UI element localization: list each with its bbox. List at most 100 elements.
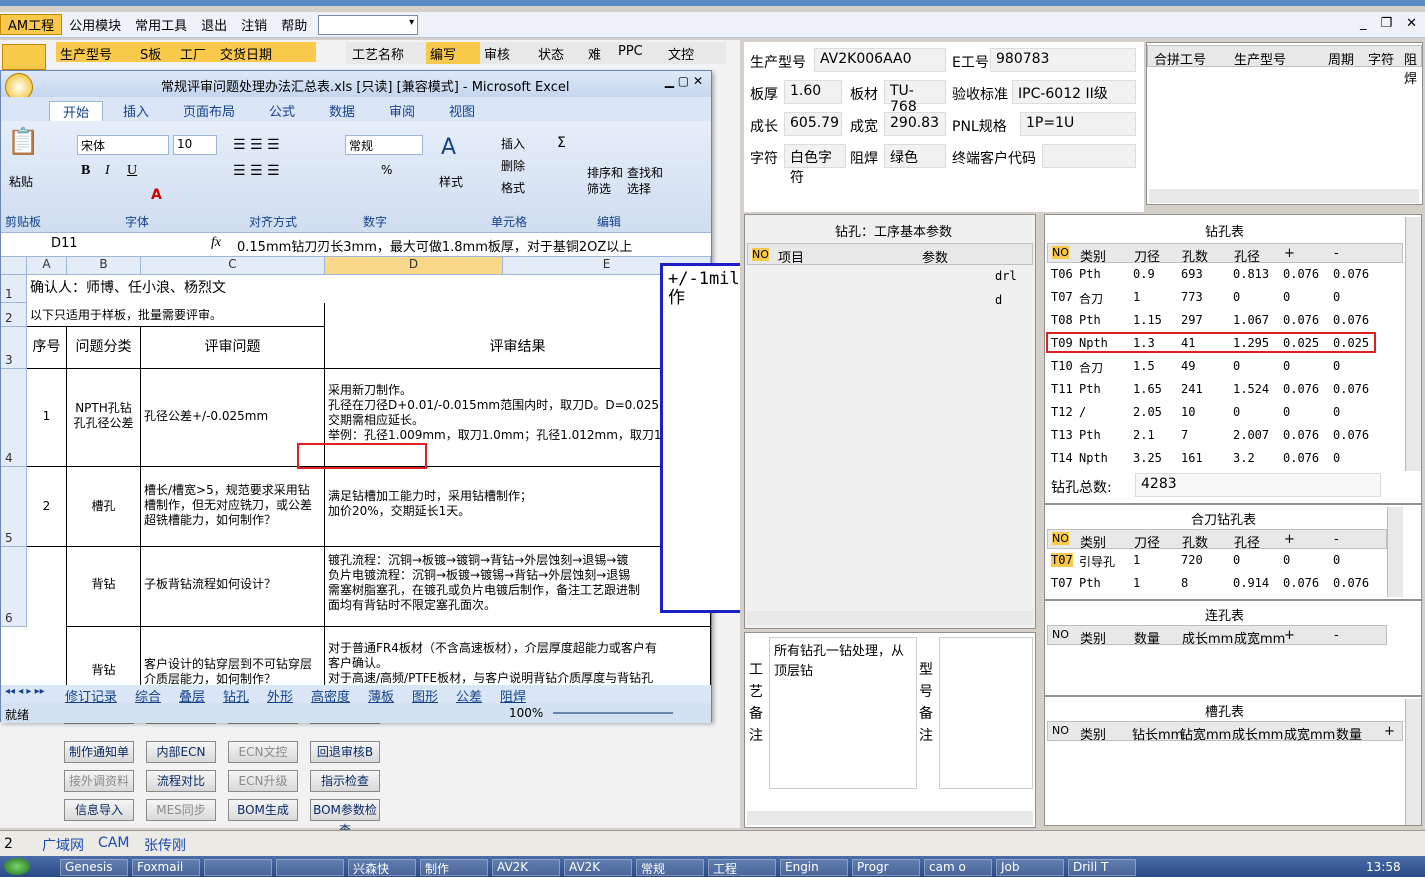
- col-prod[interactable]: 生产型号: [56, 42, 136, 63]
- result-cell[interactable]: 满足钻槽加工能力时，采用钻槽制作； 加价20%，交期延长1天。: [325, 467, 711, 547]
- col-date[interactable]: 交货日期: [216, 42, 316, 63]
- table-col-header[interactable]: -: [1334, 532, 1339, 547]
- menu-exit[interactable]: 退出: [194, 15, 234, 34]
- column-header[interactable]: C: [141, 257, 325, 275]
- paste-icon[interactable]: 📋: [7, 127, 39, 157]
- seq-cell[interactable]: 1: [27, 369, 67, 467]
- column-header[interactable]: D: [325, 257, 503, 275]
- table-col-header[interactable]: 类别: [1080, 628, 1106, 647]
- std-value[interactable]: IPC-6012 II级: [1012, 80, 1136, 104]
- function-button[interactable]: BOM参数检查: [310, 799, 380, 837]
- confirm-row[interactable]: 确认人：师博、任小浪、杨烈文: [27, 275, 711, 303]
- ribbon-tab[interactable]: 开始: [49, 101, 103, 121]
- underline-icon[interactable]: U: [127, 163, 137, 179]
- result-cell[interactable]: 镀孔流程：沉铜→板镀→镀铜→背钻→外层蚀刻→退锡→镀 负片电镀流程：沉铜→板镀→镀…: [325, 547, 711, 627]
- row-header[interactable]: 6: [1, 547, 27, 627]
- column-header[interactable]: B: [67, 257, 141, 275]
- taskbar-item[interactable]: Foxmail: [132, 859, 200, 876]
- mask-value[interactable]: 绿色: [884, 144, 946, 168]
- table-col-header[interactable]: 数量: [1134, 628, 1160, 647]
- function-button[interactable]: 信息导入: [64, 799, 134, 821]
- table-header[interactable]: 问题分类: [67, 327, 141, 369]
- delete-cells[interactable]: 删除: [501, 157, 525, 174]
- question-cell[interactable]: 槽长/槽宽>5，规范要求采用钻槽制作，但无对应铣刀，或公差超铣槽能力，如何制作？: [141, 467, 325, 547]
- minimize-icon[interactable]: _: [1360, 16, 1367, 31]
- drill-vscroll[interactable]: [1405, 217, 1421, 471]
- drill-row[interactable]: T11 Pth 1.65 241 1.524 0.076 0.076: [1047, 378, 1403, 401]
- fx-icon[interactable]: fx: [211, 235, 221, 251]
- category-cell[interactable]: 背钻: [67, 547, 141, 627]
- row-header[interactable]: 1: [1, 275, 27, 303]
- zoom-slider[interactable]: [553, 712, 673, 714]
- menu-tools[interactable]: 常用工具: [128, 15, 194, 34]
- function-button[interactable]: 流程对比: [146, 770, 216, 792]
- function-button[interactable]: 接外调资料: [64, 770, 134, 792]
- taskbar-item[interactable]: 常规: [636, 859, 704, 876]
- pnl-value[interactable]: 1P=1U: [1020, 112, 1136, 136]
- drill-row[interactable]: T07 合刀 1 773 0 0 0: [1047, 286, 1403, 309]
- table-col-header[interactable]: +: [1284, 532, 1295, 547]
- function-button[interactable]: MES同步: [146, 799, 216, 821]
- thick-value[interactable]: 1.60: [784, 80, 842, 104]
- ribbon-tab[interactable]: 数据: [315, 101, 369, 120]
- table-col-header[interactable]: 成宽mm: [1234, 628, 1285, 647]
- drill-row[interactable]: T13 Pth 2.1 7 2.007 0.076 0.076: [1047, 424, 1403, 447]
- table-col-header[interactable]: -: [1334, 246, 1339, 261]
- home-button[interactable]: [2, 44, 46, 70]
- taskbar-item[interactable]: 工程: [708, 859, 776, 876]
- function-button[interactable]: 回退审核B: [310, 741, 380, 763]
- ribbon-tab[interactable]: 页面布局: [169, 101, 249, 120]
- table-col-header[interactable]: NO: [1052, 628, 1069, 641]
- question-cell[interactable]: 子板背钻流程如何设计？: [141, 547, 325, 627]
- align-top-icon[interactable]: ☰ ☰ ☰: [233, 137, 280, 153]
- merge-col[interactable]: 生产型号: [1234, 49, 1286, 68]
- corner-cell[interactable]: [1, 257, 27, 275]
- merge-col[interactable]: 字符: [1368, 49, 1394, 68]
- ribbon-tab[interactable]: 插入: [109, 101, 163, 120]
- taskbar-item[interactable]: Engin: [780, 859, 848, 876]
- combo-row[interactable]: T07 引导孔 1 720 0 0 0: [1047, 549, 1387, 572]
- col-s[interactable]: S板: [136, 42, 176, 63]
- table-col-header[interactable]: +: [1384, 724, 1395, 739]
- restore-icon[interactable]: ❐: [1380, 16, 1392, 31]
- menu-public[interactable]: 公用模块: [62, 15, 128, 34]
- col-status[interactable]: 状态: [534, 42, 584, 64]
- function-button[interactable]: ECN文控: [228, 741, 298, 763]
- column-header[interactable]: A: [27, 257, 67, 275]
- col-review[interactable]: 审核: [480, 42, 534, 64]
- table-header[interactable]: 评审结果: [325, 327, 711, 369]
- table-col-header[interactable]: 钻宽mm: [1180, 724, 1231, 743]
- merge-col[interactable]: 阻焊: [1404, 49, 1421, 87]
- combo-vscroll[interactable]: [1387, 507, 1403, 597]
- category-cell[interactable]: NPTH孔钻孔孔径公差: [67, 369, 141, 467]
- function-button[interactable]: ECN升级: [228, 770, 298, 792]
- table-col-header[interactable]: +: [1284, 246, 1295, 261]
- tab-user[interactable]: 张传刚: [144, 835, 186, 855]
- table-col-header[interactable]: 成长mm: [1182, 628, 1233, 647]
- table-col-header[interactable]: 钻长mm: [1132, 724, 1183, 743]
- notes-hscroll[interactable]: [747, 811, 1033, 825]
- table-col-header[interactable]: 成长mm: [1232, 724, 1283, 743]
- mat-value[interactable]: TU-768: [884, 80, 946, 115]
- insert-cells[interactable]: 插入: [501, 135, 525, 152]
- merge-col[interactable]: 合拼工号: [1154, 49, 1206, 68]
- combo-row[interactable]: T07 Pth 1 8 0.914 0.076 0.076: [1047, 572, 1387, 595]
- wid-value[interactable]: 290.83: [884, 112, 946, 136]
- drill-row[interactable]: T14 Npth 3.25 161 3.2 0.076 0: [1047, 447, 1403, 470]
- table-col-header[interactable]: -: [1334, 628, 1339, 643]
- function-button[interactable]: 内部ECN: [146, 741, 216, 763]
- result-cell[interactable]: 对于普通FR4板材（不含高速板材），介层厚度超能力或客户有 客户确认。 对于高速/高…: [325, 627, 711, 685]
- prod-value[interactable]: AV2K006AA0: [814, 48, 946, 72]
- drill-row[interactable]: T06 Pth 0.9 693 0.813 0.076 0.076: [1047, 263, 1403, 286]
- excel-window-controls[interactable]: ▁ ▢ ✕: [665, 74, 703, 88]
- taskbar-item[interactable]: [204, 859, 272, 876]
- row-header[interactable]: 2: [1, 303, 27, 327]
- tab-cam[interactable]: CAM: [98, 835, 129, 851]
- drill-row[interactable]: T10 合刀 1.5 49 0 0 0: [1047, 355, 1403, 378]
- menu-help[interactable]: 帮助: [274, 15, 314, 34]
- taskbar-item[interactable]: AV2K: [564, 859, 632, 876]
- total-value[interactable]: 4283: [1135, 473, 1381, 497]
- menu-logout[interactable]: 注销: [234, 15, 274, 34]
- table-header[interactable]: 评审问题: [141, 327, 325, 369]
- sheet-nav-icon[interactable]: ◂◂ ◂ ▸ ▸▸: [5, 686, 45, 697]
